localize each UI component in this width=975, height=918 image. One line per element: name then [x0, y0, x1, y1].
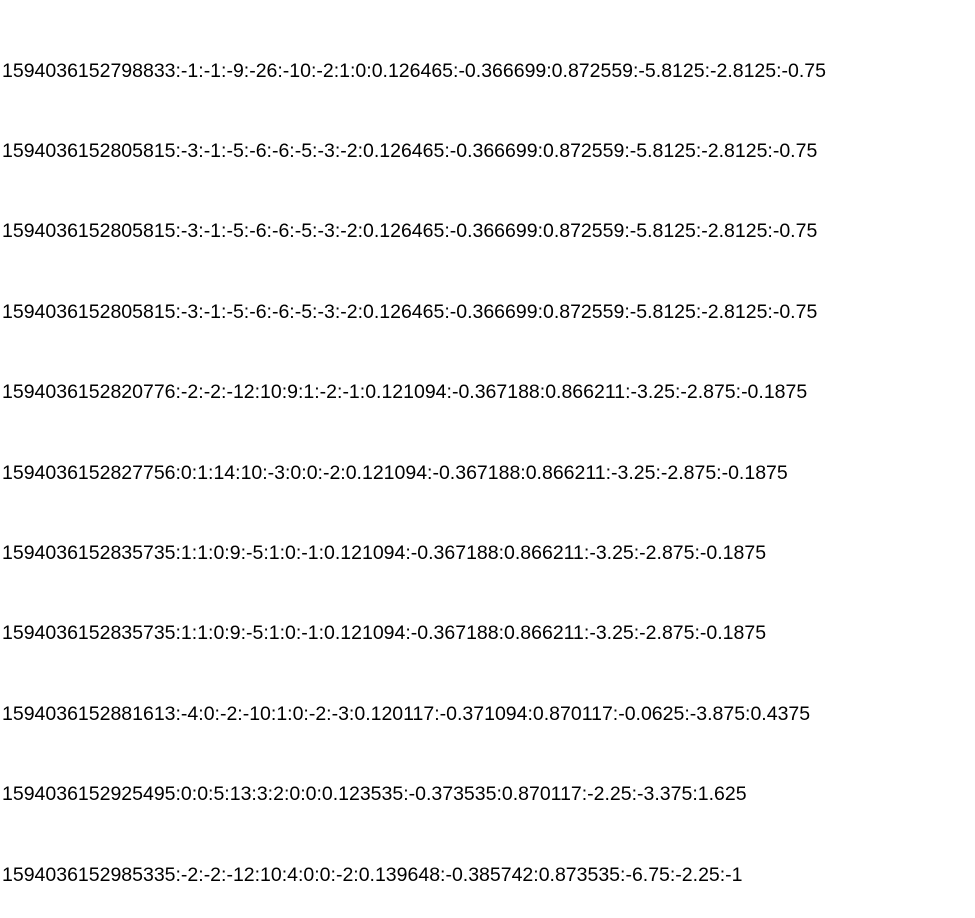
- data-row: 1594036152805815:-3:-1:-5:-6:-6:-5:-3:-2…: [2, 299, 975, 326]
- data-row: 1594036152835735:1:1:0:9:-5:1:0:-1:0.121…: [2, 540, 975, 567]
- log-data-container: 1594036152798833:-1:-1:-9:-26:-10:-2:1:0…: [0, 0, 975, 918]
- data-row: 1594036152820776:-2:-2:-12:10:9:1:-2:-1:…: [2, 379, 975, 406]
- data-row: 1594036152835735:1:1:0:9:-5:1:0:-1:0.121…: [2, 620, 975, 647]
- data-row: 1594036152881613:-4:0:-2:-10:1:0:-2:-3:0…: [2, 701, 975, 728]
- data-row: 1594036152805815:-3:-1:-5:-6:-6:-5:-3:-2…: [2, 218, 975, 245]
- data-row: 1594036152798833:-1:-1:-9:-26:-10:-2:1:0…: [2, 58, 975, 85]
- data-row: 1594036152925495:0:0:5:13:3:2:0:0:0.1235…: [2, 781, 975, 808]
- data-row: 1594036152827756:0:1:14:10:-3:0:0:-2:0.1…: [2, 460, 975, 487]
- data-row: 1594036152805815:-3:-1:-5:-6:-6:-5:-3:-2…: [2, 138, 975, 165]
- data-row: 1594036152985335:-2:-2:-12:10:4:0:0:-2:0…: [2, 862, 975, 889]
